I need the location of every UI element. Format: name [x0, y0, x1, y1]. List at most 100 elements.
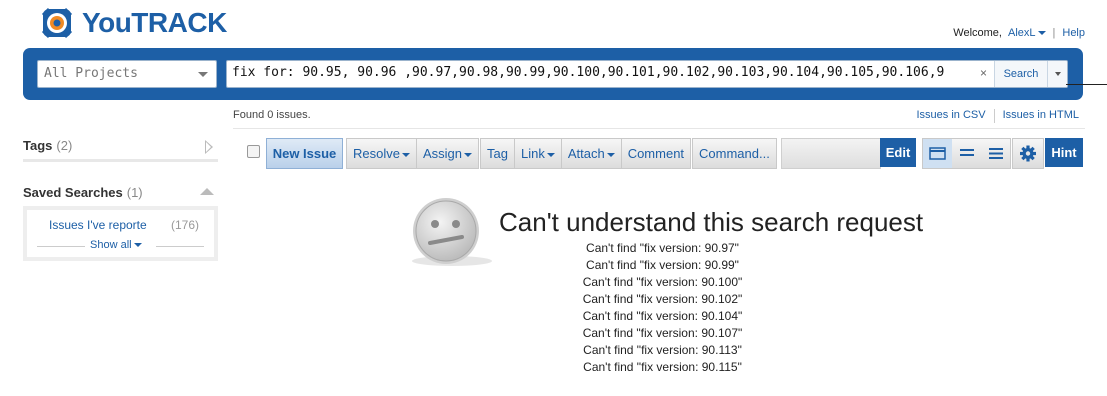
detailed-view-button[interactable]: [923, 139, 952, 168]
saved-search-count: (176): [171, 218, 200, 232]
compact-view-icon: [960, 149, 974, 156]
search-query-text[interactable]: fix for: 90.95, 90.96 ,90.97,90.98,90.99…: [232, 65, 976, 80]
search-query-input[interactable]: fix for: 90.95, 90.96 ,90.97,90.98,90.99…: [226, 60, 1068, 88]
error-line: Can't find "fix version: 90.99": [586, 258, 739, 272]
saved-searches-label: Saved Searches: [23, 185, 123, 200]
error-line: Can't find "fix version: 90.104": [582, 309, 743, 323]
tags-count: (2): [56, 138, 73, 153]
hint-button[interactable]: Hint: [1045, 138, 1083, 167]
query-value: 90.99: [505, 65, 546, 80]
divider: |: [1052, 27, 1056, 39]
error-line: Can't find "fix version: 90.115": [583, 360, 742, 374]
query-keyword: fix for:: [232, 65, 295, 80]
logo[interactable]: YouTRACK: [40, 6, 227, 40]
resolve-button[interactable]: Resolve: [347, 139, 417, 168]
issues-html-link[interactable]: Issues in HTML: [1003, 109, 1079, 123]
chevron-down-icon: [1055, 72, 1061, 76]
query-valid-values: 90.95, 90.96 ,: [294, 65, 413, 80]
query-value: 90.104: [772, 65, 820, 80]
toolbar-spacer: [781, 138, 881, 169]
error-line: Can't find "fix version: 90.100": [582, 275, 743, 289]
collapse-icon[interactable]: [200, 188, 214, 195]
chevron-down-icon: [546, 152, 555, 157]
chevron-down-icon: [198, 72, 208, 77]
divider: [23, 159, 218, 162]
user-menu-area: Welcome, AlexL | Help: [953, 27, 1085, 39]
edit-button[interactable]: Edit: [880, 138, 916, 167]
query-value: 90.98: [459, 65, 499, 80]
search-bar: All Projects fix for: 90.95, 90.96 ,90.9…: [23, 48, 1083, 100]
close-icon[interactable]: ×: [980, 66, 987, 80]
chevron-down-icon: [401, 152, 410, 157]
attach-label: Attach: [567, 146, 605, 161]
attach-button[interactable]: Attach: [562, 139, 622, 168]
chevron-down-icon: [464, 152, 472, 157]
divider: [156, 246, 204, 247]
list-view-button[interactable]: [981, 139, 1010, 168]
compact-view-button[interactable]: [952, 139, 981, 168]
error-line: Can't find "fix version: 90.107": [582, 326, 743, 340]
saved-searches-header[interactable]: Saved Searches (1): [23, 185, 143, 200]
link-button[interactable]: Link: [515, 139, 562, 168]
query-value: 90.103: [717, 65, 765, 80]
error-line: Can't find "fix version: 90.113": [583, 343, 742, 357]
divider-line: [1066, 84, 1107, 85]
view-mode-group: [922, 138, 1011, 169]
assign-button[interactable]: Assign: [417, 139, 478, 168]
query-value: 90.105: [826, 65, 874, 80]
user-dropdown-icon[interactable]: [1037, 31, 1046, 35]
error-line: Can't find "fix version: 90.102": [582, 292, 743, 306]
detailed-view-icon: [929, 147, 946, 160]
query-value: 90.106: [881, 65, 929, 80]
link-label: Link: [520, 146, 545, 161]
issue-actions-group: Tag Link Attach Comment: [480, 138, 692, 169]
chevron-down-icon: [606, 152, 615, 157]
divider: [233, 128, 1085, 129]
query-invalid-values: 90.97,90.98,90.99,90.100,90.101,90.102,9…: [412, 65, 945, 80]
saved-search-item[interactable]: Issues I've reporte: [49, 218, 159, 232]
query-value: 90.100: [552, 65, 600, 80]
confused-face-icon: [412, 198, 492, 266]
error-line: Can't find "fix version: 90.97": [586, 241, 739, 255]
issues-csv-link[interactable]: Issues in CSV: [916, 109, 985, 123]
show-all-label: Show all: [90, 239, 132, 251]
error-title: Can't understand this search request: [499, 207, 924, 237]
search-button[interactable]: Search: [994, 61, 1047, 87]
found-count: Found 0 issues.: [233, 109, 311, 121]
expand-icon[interactable]: [205, 140, 213, 154]
tags-label: Tags: [23, 138, 53, 153]
gear-icon: [1020, 145, 1036, 162]
help-link[interactable]: Help: [1062, 27, 1085, 39]
saved-searches-count: (1): [126, 185, 143, 200]
welcome-label: Welcome,: [953, 27, 1002, 39]
tag-button[interactable]: Tag: [481, 139, 515, 168]
new-issue-button[interactable]: New Issue: [266, 138, 343, 169]
query-value: 9: [936, 65, 945, 80]
youtrack-logo-icon: [41, 7, 73, 39]
command-button[interactable]: Command...: [693, 139, 776, 168]
assign-label: Assign: [422, 146, 462, 161]
comment-button[interactable]: Comment: [622, 139, 690, 168]
settings-button[interactable]: [1012, 138, 1044, 169]
command-group: Command...: [692, 138, 777, 169]
query-value: 90.102: [662, 65, 710, 80]
chevron-down-icon: [133, 243, 142, 248]
error-details: Can't find "fix version: 90.97" Can't fin…: [540, 240, 785, 376]
project-select[interactable]: All Projects: [37, 60, 217, 88]
resolve-assign-group: Resolve Assign: [346, 138, 479, 169]
divider: [993, 109, 995, 123]
query-value: 90.101: [607, 65, 655, 80]
project-select-value: All Projects: [44, 66, 138, 81]
select-all-checkbox[interactable]: [247, 145, 260, 158]
search-options-button[interactable]: [1047, 61, 1067, 87]
export-links: Issues in CSV Issues in HTML: [916, 109, 1079, 123]
list-view-icon: [989, 148, 1003, 159]
resolve-label: Resolve: [353, 146, 400, 161]
tags-header[interactable]: Tags (2): [23, 138, 72, 153]
divider: [37, 246, 85, 247]
saved-searches-panel: Issues I've reporte (176) Show all: [23, 206, 218, 261]
show-all-link[interactable]: Show all: [90, 239, 142, 251]
query-value: 90.97: [412, 65, 452, 80]
username-link[interactable]: AlexL: [1008, 27, 1036, 39]
logo-text: YouTRACK: [82, 7, 227, 38]
